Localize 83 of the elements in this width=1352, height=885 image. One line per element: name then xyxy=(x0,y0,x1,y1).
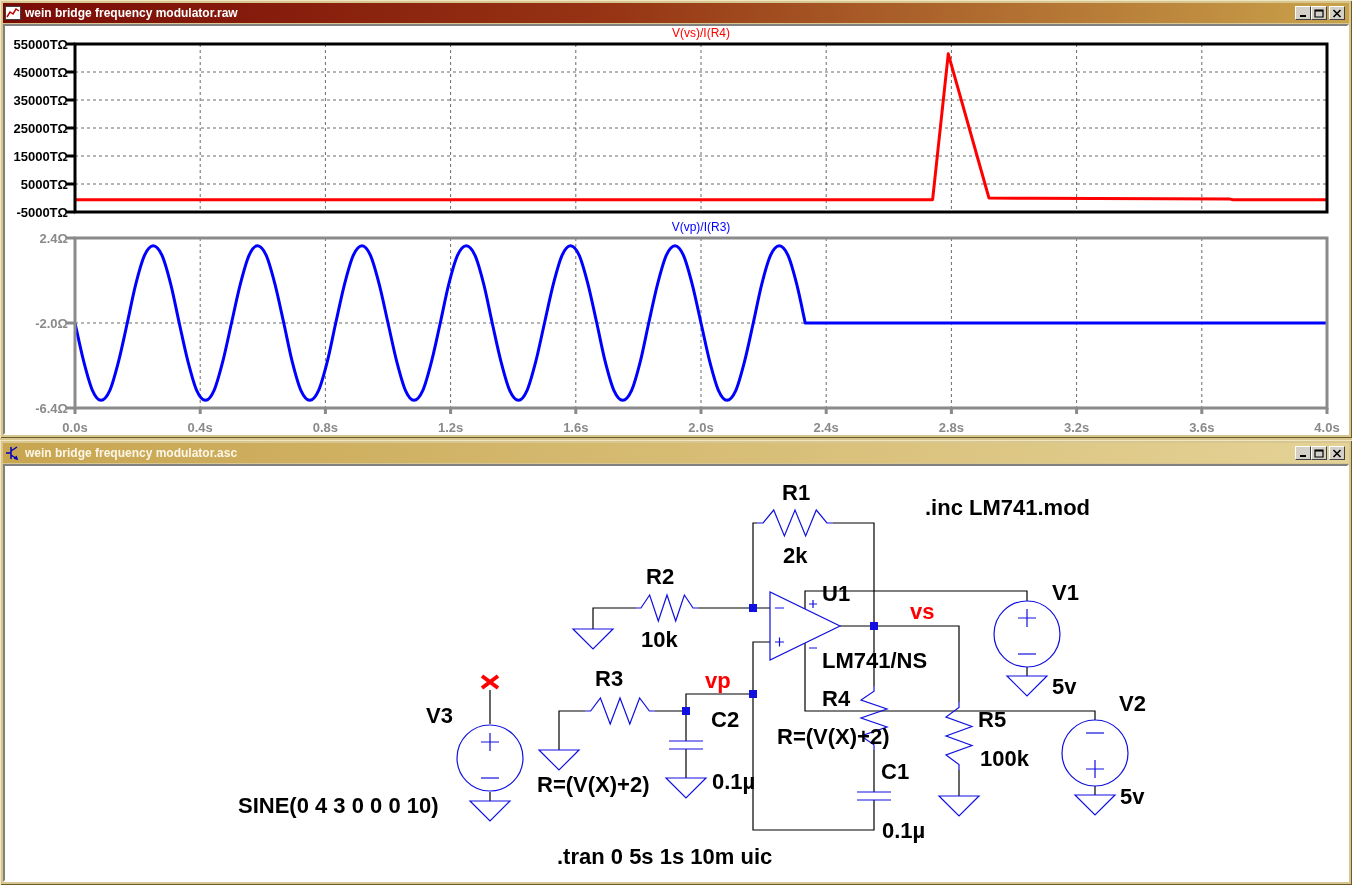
axis-tick-label: 1.2s xyxy=(437,420,464,433)
minimize-button[interactable] xyxy=(1295,6,1311,20)
wire xyxy=(685,748,687,779)
axis-tick-label: 15000TΩ xyxy=(13,149,68,164)
component-value: SINE(0 4 3 0 0 0 10) xyxy=(238,793,439,818)
axis-tick-label: 3.6s xyxy=(1189,420,1215,433)
close-icon xyxy=(1332,448,1342,458)
net-label: vs xyxy=(910,599,935,624)
axis-tick-label: 3.2s xyxy=(1063,420,1090,433)
component-label: R3 xyxy=(595,666,624,691)
ground-symbol xyxy=(937,795,981,817)
ground-symbol xyxy=(468,800,512,822)
maximize-icon xyxy=(1314,448,1324,458)
resistor-symbol xyxy=(944,701,974,771)
wire xyxy=(592,607,637,630)
axis-tick-label: 5000TΩ xyxy=(20,177,68,192)
axis-tick-label: 0.4s xyxy=(187,420,213,433)
component-value: 100k xyxy=(980,746,1029,771)
axis-tick-label: 55000TΩ xyxy=(13,37,68,52)
axis-tick-label: 1.6s xyxy=(563,420,589,433)
voltage-source-symbol xyxy=(993,600,1061,668)
minimize-icon xyxy=(1300,15,1306,17)
component-value: 2k xyxy=(783,543,808,568)
axis-tick-label: -6.4Ω xyxy=(35,401,68,416)
component-label: C2 xyxy=(711,707,740,732)
wire xyxy=(558,710,586,751)
voltage-source-symbol xyxy=(456,724,524,792)
window-title: wein bridge frequency modulator.asc xyxy=(25,446,239,460)
ground-symbol xyxy=(537,749,581,771)
spice-directive: .tran 0 5s 1s 10m uic xyxy=(557,844,773,869)
axis-tick-label: 45000TΩ xyxy=(13,65,68,80)
chart-title: V(vp)/I(R3) xyxy=(671,220,731,234)
resistor-symbol xyxy=(584,696,656,726)
component-label: R2 xyxy=(646,564,675,589)
component-label: R1 xyxy=(782,480,811,505)
component-label: U1 xyxy=(822,581,851,606)
window-title: wein bridge frequency modulator.raw xyxy=(25,6,239,20)
axis-tick-label: 0.8s xyxy=(312,420,339,433)
component-label: V2 xyxy=(1119,691,1146,716)
capacitor-symbol xyxy=(668,740,704,750)
axis-tick-label: 4.0s xyxy=(1314,420,1340,433)
minimize-icon xyxy=(1300,455,1306,457)
component-label: V1 xyxy=(1052,580,1079,605)
ground-symbol xyxy=(1005,675,1049,697)
maximize-icon xyxy=(1314,8,1324,18)
wire xyxy=(489,689,491,725)
component-label: R4 xyxy=(822,686,851,711)
component-value: R=(V(X)+2) xyxy=(537,772,650,797)
component-value: 10k xyxy=(641,627,678,652)
close-button[interactable] xyxy=(1329,6,1345,20)
net-label: vp xyxy=(705,668,731,693)
axis-tick-label: 0.0s xyxy=(62,420,88,433)
minimize-button[interactable] xyxy=(1295,446,1311,460)
close-button[interactable] xyxy=(1329,446,1345,460)
maximize-button[interactable] xyxy=(1311,6,1327,20)
spice-directive: .inc LM741.mod xyxy=(925,495,1091,520)
maximize-button[interactable] xyxy=(1311,446,1327,460)
component-label: C1 xyxy=(881,759,910,784)
waveform-icon xyxy=(5,6,21,20)
component-label: V3 xyxy=(426,703,453,728)
component-value: 0.1µ xyxy=(882,818,926,843)
axis-tick-label: -2.0Ω xyxy=(35,316,68,331)
component-value: 5v xyxy=(1120,784,1145,809)
axis-tick-label: 2.4Ω xyxy=(39,231,68,246)
axis-tick-label: 35000TΩ xyxy=(13,93,68,108)
wire xyxy=(489,791,491,802)
axis-tick-label: -5000TΩ xyxy=(16,205,68,218)
x-mark-icon xyxy=(480,674,500,690)
ground-symbol xyxy=(664,777,708,799)
axis-tick-label: 2.4s xyxy=(813,420,839,433)
axis-tick-label: 2.8s xyxy=(938,420,965,433)
component-label: R5 xyxy=(978,707,1007,732)
close-icon xyxy=(1332,8,1342,18)
axis-tick-label: 2.0s xyxy=(688,420,714,433)
axis-tick-label: 25000TΩ xyxy=(13,121,68,136)
capacitor-symbol xyxy=(856,791,892,801)
component-value: 5v xyxy=(1052,674,1077,699)
voltage-source-symbol xyxy=(1061,719,1129,787)
chart-title: V(vs)/I(R4) xyxy=(672,26,730,40)
ground-symbol xyxy=(571,628,615,650)
transistor-icon xyxy=(5,445,21,461)
resistor-symbol xyxy=(635,593,699,623)
ground-symbol xyxy=(1073,794,1117,816)
